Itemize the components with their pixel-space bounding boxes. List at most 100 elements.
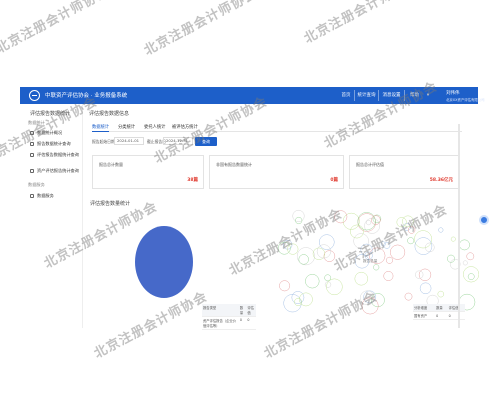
table-header-row: 报告类型 数量 评估值 (202, 304, 256, 317)
card-report-count: 报告总计数量 38篇 (92, 155, 204, 189)
sidebar-item-label: 资产评估报告统计查询 (37, 168, 79, 173)
card-label: 报告总计数量 (99, 162, 123, 167)
nav-stats[interactable]: 统计查询 (354, 90, 378, 101)
bubble (380, 241, 386, 247)
card-value: 0篇 (330, 178, 338, 183)
table-header-cell: 报告类型 (202, 304, 239, 317)
page: 中联资产评估协会 · 业务报备系统 首页 统计查询 消息设置 帮助 ▾ 刘伟伟 … (0, 0, 500, 413)
end-date-input[interactable]: 2024-12-31 (163, 137, 193, 145)
app-title: 中联资产评估协会 · 业务报备系统 (45, 93, 128, 99)
bubble (450, 236, 456, 242)
bubble (294, 298, 303, 306)
table-header-cell: 评估值 (447, 304, 465, 312)
user-name[interactable]: 刘伟伟 (446, 90, 460, 96)
bubble (459, 239, 470, 251)
section-title: 评估报告数量统计 (90, 201, 131, 207)
bubble (414, 230, 433, 249)
card-value: 58.36亿元 (429, 178, 453, 183)
tab-appraised-stats[interactable]: 被评估方统计 (172, 124, 198, 130)
bubble (360, 243, 373, 256)
nav-help[interactable]: 帮助 (404, 90, 424, 101)
bubble (396, 217, 407, 228)
card-value: 38篇 (187, 178, 198, 183)
user-org: 北京XX资产评估有限公司 (446, 98, 485, 102)
sidebar-item-valuation-query[interactable]: 评估报告数据统计查询 (30, 152, 79, 158)
page-title: 评估报告数据信息 (89, 111, 130, 117)
bubble (363, 290, 377, 304)
bubble (386, 256, 393, 264)
bubble-chart-label: 报告总量 (363, 258, 378, 263)
bubble (295, 216, 303, 225)
logo-icon (29, 90, 40, 101)
table-cell: 0 (447, 311, 465, 320)
list-icon (30, 142, 34, 146)
bubble (306, 227, 312, 232)
report-type-table: 报告类型 数量 评估值 资产评估报告（企业价值评估等） 0 0 (202, 304, 256, 330)
bubble (390, 244, 406, 260)
bubble (299, 292, 313, 307)
start-date-input[interactable]: 2024-01-01 (114, 137, 144, 145)
sidebar-title: 评估报告数据统计 (30, 111, 71, 117)
bubble (324, 281, 332, 288)
table-cell: 国有资产 (413, 311, 436, 320)
card-label: 非国有报告数量统计 (216, 162, 252, 167)
table-cell: 资产评估报告（企业价值评估等） (202, 316, 239, 330)
tab-client-stats[interactable]: 委托人统计 (144, 124, 165, 130)
sidebar-group-stats: 数据统计 (28, 120, 45, 125)
sidebar-item-overview[interactable]: 数据统计概况 (30, 130, 62, 136)
watermark: 北京注册会计师协会 (0, 0, 113, 57)
sidebar-item-label: 报告数据统计查询 (37, 141, 71, 146)
assistant-float-button[interactable] (479, 215, 489, 225)
sidebar-group-service: 数据服务 (28, 182, 45, 187)
sidebar-item-report-query[interactable]: 报告数据统计查询 (30, 141, 71, 147)
tab-data-stats[interactable]: 数据统计 (92, 124, 110, 132)
bubble (350, 224, 364, 239)
bubble (466, 252, 475, 261)
bubble (373, 264, 380, 271)
pie-chart[interactable] (135, 226, 193, 298)
start-date-label: 报告起始日期 (92, 139, 115, 144)
card-label: 报告总计评估值 (356, 162, 384, 167)
nav-home[interactable]: 首页 (338, 90, 354, 101)
bubble (467, 273, 475, 280)
chart-icon (30, 131, 34, 135)
bubble (305, 274, 320, 289)
bubble (366, 220, 372, 226)
bubble-group (277, 209, 479, 315)
database-icon (30, 194, 34, 198)
table-header-cell: 分析维度 (413, 304, 436, 312)
table-row: 资产评估报告（企业价值评估等） 0 0 (202, 316, 256, 330)
table-cell: 0 (246, 316, 256, 330)
bubble (462, 260, 468, 266)
bubble (437, 290, 445, 298)
watermark: 北京注册会计师协会 (301, 0, 421, 47)
sidebar-item-label: 数据服务 (37, 193, 54, 198)
bubble (407, 237, 415, 245)
bubble (279, 280, 291, 292)
sidebar: 评估报告数据统计 数据统计 数据统计概况 报告数据统计查询 评估报告数据统计查询… (20, 104, 82, 334)
bubble (353, 233, 369, 249)
watermark: 北京注册会计师协会 (141, 0, 261, 59)
tab-bar: 数据统计 分类统计 委托人统计 被评估方统计 (92, 124, 462, 132)
chevron-down-icon[interactable]: ▾ (424, 90, 432, 101)
main-panel: 评估报告数据信息 数据统计 分类统计 委托人统计 被评估方统计 报告起始日期 2… (82, 104, 479, 330)
table-header-cell: 数量 (435, 304, 448, 312)
bubble (361, 297, 379, 315)
card-total-value: 报告总计评估值 58.36亿元 (349, 155, 459, 189)
search-button[interactable]: 查询 (195, 137, 217, 146)
sidebar-item-label: 评估报告数据统计查询 (37, 152, 79, 157)
sidebar-item-data-service[interactable]: 数据服务 (30, 193, 54, 199)
bubble (370, 293, 385, 308)
tab-category-stats[interactable]: 分类统计 (118, 124, 135, 130)
sidebar-item-asset-query[interactable]: 资产评估报告统计查询 (30, 168, 79, 174)
nav-messages[interactable]: 消息设置 (378, 90, 404, 101)
bubble (404, 292, 413, 301)
list-icon (30, 169, 34, 173)
list-icon (30, 153, 34, 157)
table-header-cell: 评估值 (246, 304, 256, 317)
sidebar-item-label: 数据统计概况 (37, 130, 63, 135)
bubble (342, 212, 360, 230)
bubble (364, 218, 380, 234)
scrollbar[interactable] (458, 124, 460, 328)
bubble (298, 254, 309, 265)
